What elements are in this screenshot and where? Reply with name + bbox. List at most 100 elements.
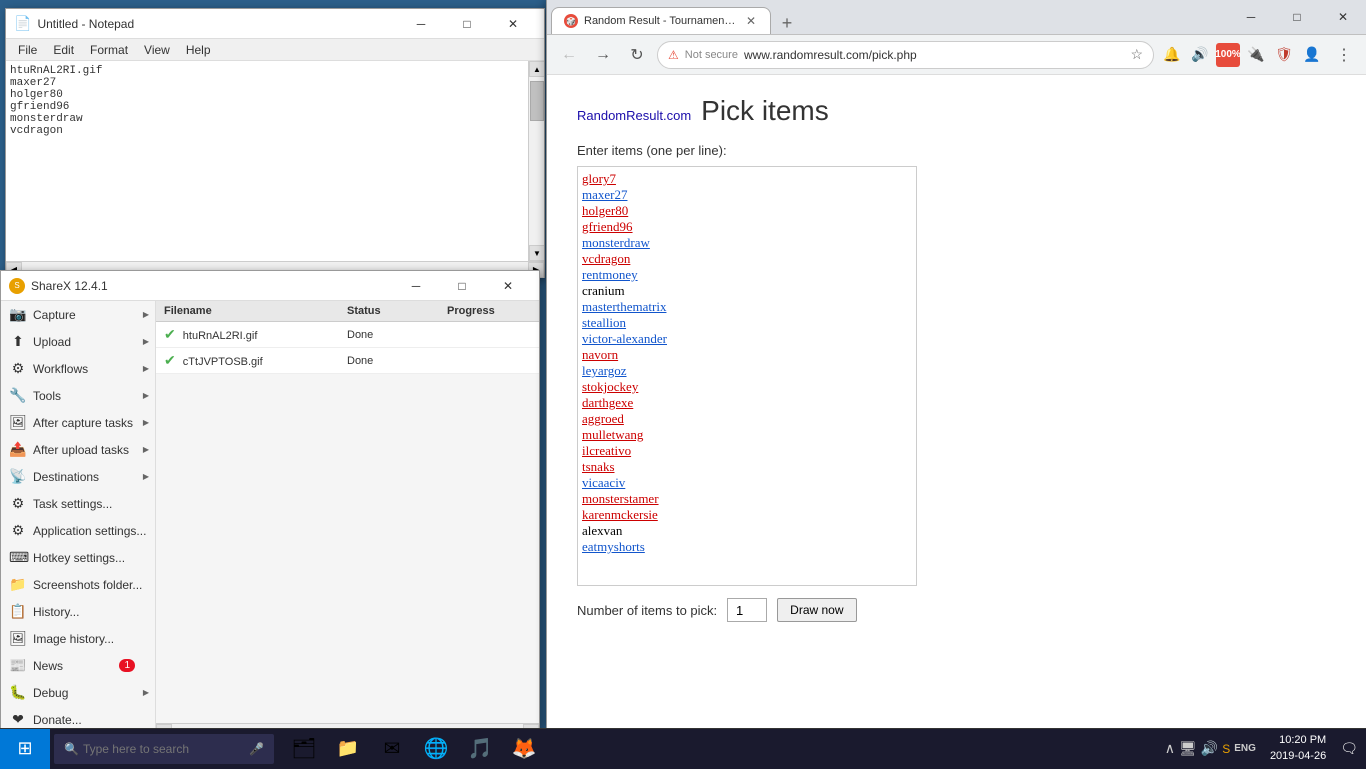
ext-icon-1[interactable]: 🔔 bbox=[1160, 43, 1184, 67]
item-rentmoney[interactable]: rentmoney bbox=[582, 267, 638, 282]
sidebar-item-app-settings[interactable]: ⚙ Application settings... bbox=[1, 517, 155, 544]
sharex-close-button[interactable]: ✕ bbox=[485, 271, 531, 301]
sidebar-item-news[interactable]: 📰 News 1 bbox=[1, 652, 155, 679]
ext-icon-3[interactable]: 100% bbox=[1216, 43, 1240, 67]
ext-icon-2[interactable]: 🔊 bbox=[1188, 43, 1212, 67]
notepad-title: Untitled - Notepad bbox=[37, 17, 392, 31]
item-leyargoz[interactable]: leyargoz bbox=[582, 363, 627, 378]
items-container[interactable]: glory7 maxer27 holger80 gfriend96 monste… bbox=[577, 166, 917, 586]
sidebar-item-tools[interactable]: 🔧 Tools bbox=[1, 382, 155, 409]
draw-now-button[interactable]: Draw now bbox=[777, 598, 856, 622]
notepad-menu-file[interactable]: File bbox=[10, 41, 45, 59]
search-input[interactable] bbox=[83, 742, 245, 756]
ext-icon-6[interactable]: 👤 bbox=[1300, 43, 1324, 67]
notepad-menu-help[interactable]: Help bbox=[178, 41, 219, 59]
start-button[interactable]: ⊞ bbox=[0, 729, 50, 769]
item-gfriend96[interactable]: gfriend96 bbox=[582, 219, 633, 234]
bookmark-star-icon[interactable]: ☆ bbox=[1130, 46, 1143, 63]
taskbar-app-mail[interactable]: ✉ bbox=[370, 729, 414, 769]
notification-icon[interactable]: 🗨 bbox=[1340, 740, 1358, 757]
sidebar-item-image-history[interactable]: 🖼 Image history... bbox=[1, 625, 155, 652]
scroll-down-arrow[interactable]: ▼ bbox=[529, 245, 544, 261]
sidebar-item-debug[interactable]: 🐛 Debug bbox=[1, 679, 155, 706]
notepad-textarea[interactable]: htuRnAL2RI.gif maxer27 holger80 gfriend9… bbox=[6, 61, 544, 261]
table-row: ✔ cTtJVPTOSB.gif Done bbox=[156, 348, 539, 374]
browser-minimize-button[interactable]: ─ bbox=[1228, 2, 1274, 32]
sidebar-label-hotkey-settings: Hotkey settings... bbox=[33, 551, 125, 565]
item-mulletwang[interactable]: mulletwang bbox=[582, 427, 643, 442]
taskbar-app-music[interactable]: 🎵 bbox=[458, 729, 502, 769]
sidebar-item-workflows[interactable]: ⚙ Workflows bbox=[1, 355, 155, 382]
taskbar-app-browser2[interactable]: 🦊 bbox=[502, 729, 546, 769]
item-tsnaks[interactable]: tsnaks bbox=[582, 459, 615, 474]
item-vcdragon[interactable]: vcdragon bbox=[582, 251, 630, 266]
tray-expand-icon[interactable]: ∧ bbox=[1165, 740, 1175, 757]
tray-sharex-icon[interactable]: S bbox=[1222, 742, 1230, 756]
item-ilcreativo[interactable]: ilcreativo bbox=[582, 443, 631, 458]
browser-menu-button[interactable]: ⋮ bbox=[1330, 41, 1358, 69]
tab-close-button[interactable]: ✕ bbox=[744, 14, 758, 28]
sharex-maximize-button[interactable]: □ bbox=[439, 271, 485, 301]
taskbar-clock[interactable]: 10:20 PM 2019-04-26 bbox=[1262, 733, 1334, 764]
item-karenmckersie[interactable]: karenmckersie bbox=[582, 507, 658, 522]
item-monsterstamer[interactable]: monsterstamer bbox=[582, 491, 659, 506]
notepad-menu: File Edit Format View Help bbox=[6, 39, 544, 61]
item-victor-alexander[interactable]: victor-alexander bbox=[582, 331, 667, 346]
ext-icon-4[interactable]: 🔌 bbox=[1244, 43, 1268, 67]
item-aggroed[interactable]: aggroed bbox=[582, 411, 624, 426]
sidebar-item-destinations[interactable]: 📡 Destinations bbox=[1, 463, 155, 490]
microphone-icon[interactable]: 🎤 bbox=[249, 742, 264, 756]
tray-network-icon[interactable]: 🖥 bbox=[1179, 740, 1197, 757]
notepad-menu-view[interactable]: View bbox=[136, 41, 178, 59]
item-navorn[interactable]: navorn bbox=[582, 347, 618, 362]
sidebar-item-after-capture[interactable]: 🖼 After capture tasks bbox=[1, 409, 155, 436]
address-bar[interactable]: ⚠ Not secure www.randomresult.com/pick.p… bbox=[657, 41, 1154, 69]
scroll-thumb[interactable] bbox=[530, 81, 544, 121]
sidebar-item-hotkey-settings[interactable]: ⌨ Hotkey settings... bbox=[1, 544, 155, 571]
item-maxer27[interactable]: maxer27 bbox=[582, 187, 627, 202]
notepad-scrollbar-vertical[interactable]: ▲ ▼ bbox=[528, 61, 544, 261]
taskbar-app-files[interactable]: 📁 bbox=[326, 729, 370, 769]
item-darthgexe[interactable]: darthgexe bbox=[582, 395, 633, 410]
taskbar-app-chrome[interactable]: 🌐 bbox=[414, 729, 458, 769]
item-steallion[interactable]: steallion bbox=[582, 315, 626, 330]
item-vicaaciv[interactable]: vicaaciv bbox=[582, 475, 625, 490]
instructions-label: Enter items (one per line): bbox=[577, 143, 1336, 158]
hotkey-settings-icon: ⌨ bbox=[9, 549, 27, 566]
site-header: RandomResult.com Pick items bbox=[577, 95, 1336, 127]
ext-icon-5[interactable]: 🛡 bbox=[1272, 43, 1296, 67]
browser-close-button[interactable]: ✕ bbox=[1320, 2, 1366, 32]
notepad-menu-format[interactable]: Format bbox=[82, 41, 136, 59]
item-stokjockey[interactable]: stokjockey bbox=[582, 379, 638, 394]
sidebar-label-news: News bbox=[33, 659, 63, 673]
item-eatmyshorts[interactable]: eatmyshorts bbox=[582, 539, 645, 554]
sidebar-item-upload[interactable]: ⬆ Upload bbox=[1, 328, 155, 355]
tray-volume-icon[interactable]: 🔊 bbox=[1201, 740, 1218, 757]
sidebar-item-after-upload[interactable]: 📤 After upload tasks bbox=[1, 436, 155, 463]
sidebar-item-history[interactable]: 📋 History... bbox=[1, 598, 155, 625]
browser-tab-active[interactable]: 🎲 Random Result - Tournament dr... ✕ bbox=[551, 7, 771, 34]
forward-button[interactable]: → bbox=[589, 41, 617, 69]
notepad-menu-edit[interactable]: Edit bbox=[45, 41, 82, 59]
notepad-minimize-button[interactable]: ─ bbox=[398, 9, 444, 39]
notepad-close-button[interactable]: ✕ bbox=[490, 9, 536, 39]
new-tab-button[interactable]: + bbox=[772, 13, 802, 34]
site-link[interactable]: RandomResult.com bbox=[577, 108, 691, 123]
sharex-minimize-button[interactable]: ─ bbox=[393, 271, 439, 301]
after-capture-icon: 🖼 bbox=[9, 414, 27, 431]
sidebar-item-screenshots-folder[interactable]: 📁 Screenshots folder... bbox=[1, 571, 155, 598]
scroll-up-arrow[interactable]: ▲ bbox=[529, 61, 544, 77]
notepad-maximize-button[interactable]: □ bbox=[444, 9, 490, 39]
item-monsterdraw[interactable]: monsterdraw bbox=[582, 235, 650, 250]
browser-maximize-button[interactable]: □ bbox=[1274, 2, 1320, 32]
pick-count-input[interactable] bbox=[727, 598, 767, 622]
item-holger80[interactable]: holger80 bbox=[582, 203, 628, 218]
tools-icon: 🔧 bbox=[9, 387, 27, 404]
taskbar-app-taskview[interactable]: 🗂 bbox=[282, 729, 326, 769]
sidebar-item-capture[interactable]: 📷 Capture bbox=[1, 301, 155, 328]
sidebar-item-task-settings[interactable]: ⚙ Task settings... bbox=[1, 490, 155, 517]
taskbar-search[interactable]: 🔍 🎤 bbox=[54, 734, 274, 764]
refresh-button[interactable]: ↻ bbox=[623, 41, 651, 69]
item-glory7[interactable]: glory7 bbox=[582, 171, 616, 186]
item-masterthematrix[interactable]: masterthematrix bbox=[582, 299, 666, 314]
